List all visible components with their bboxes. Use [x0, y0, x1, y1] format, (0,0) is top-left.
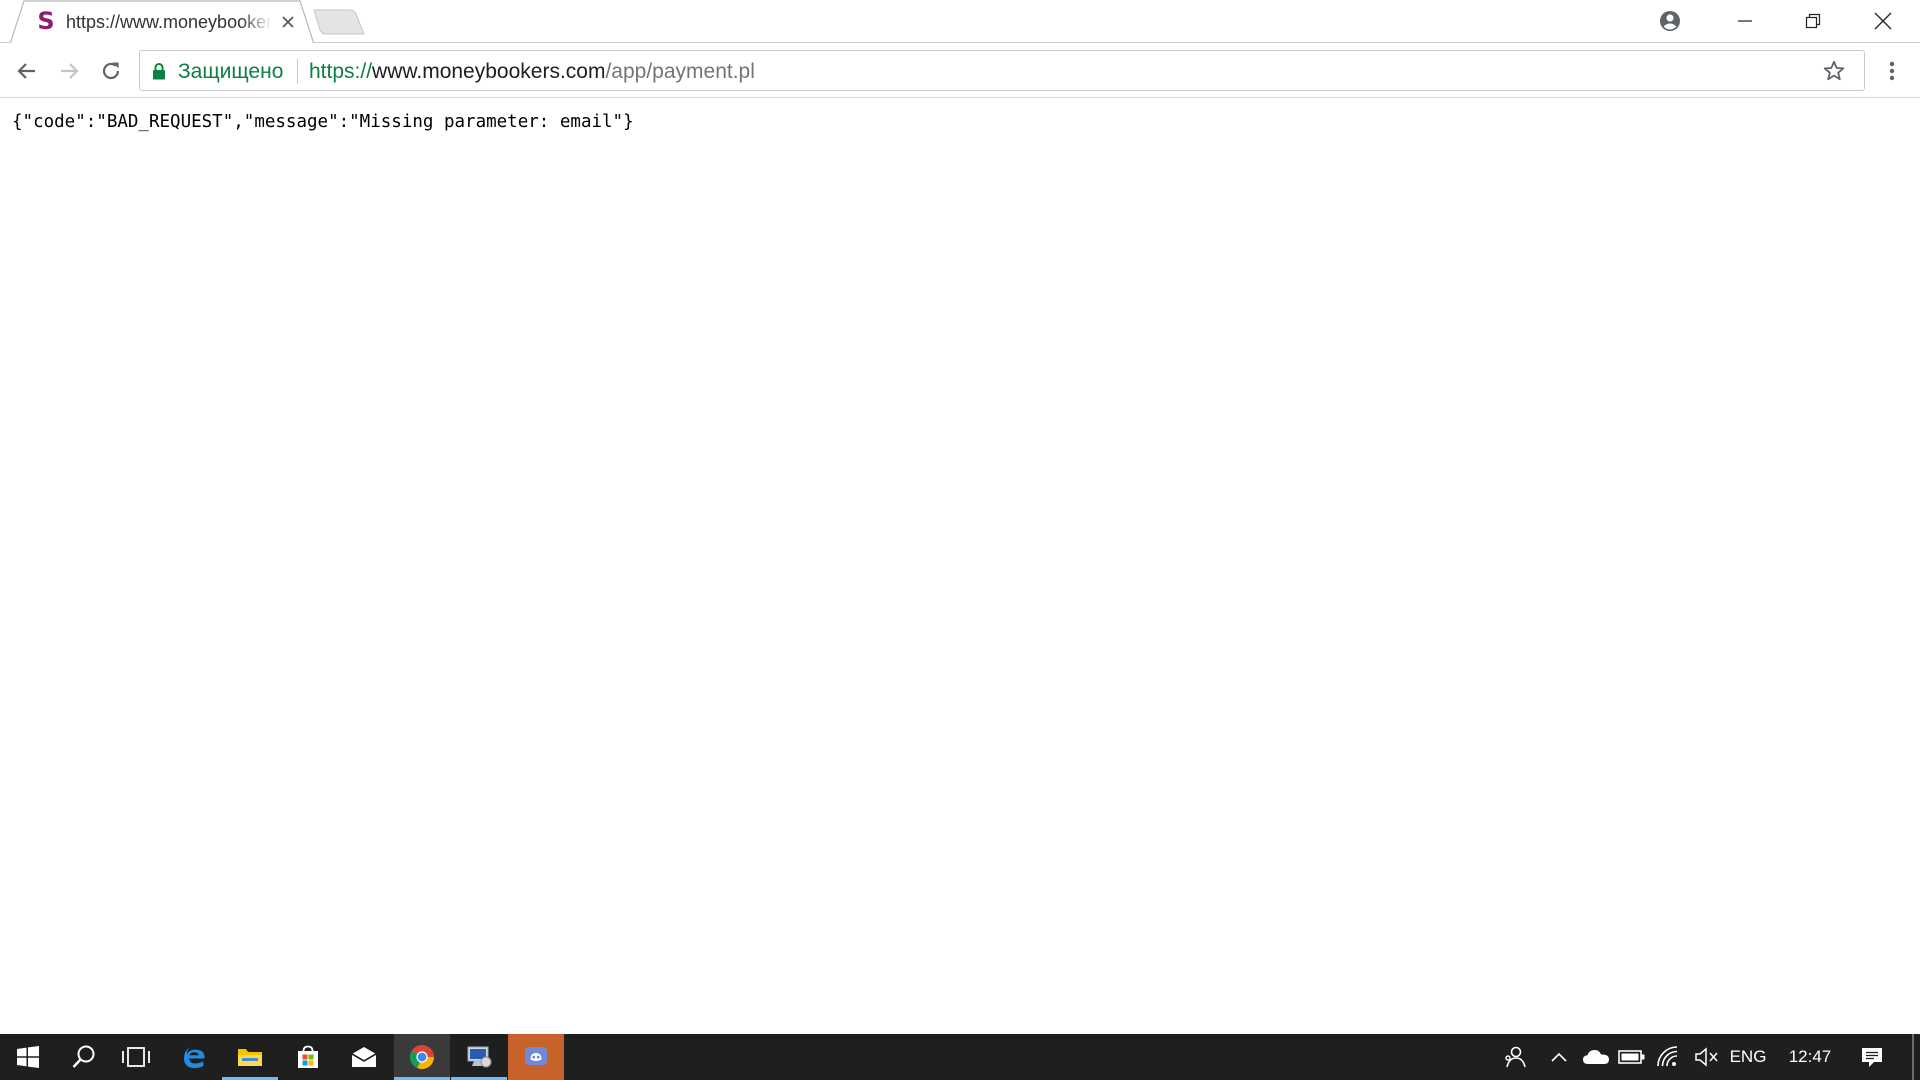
browser-toolbar: Защищено https://www.moneybookers.com/ap…: [0, 43, 1920, 98]
start-button[interactable]: [0, 1034, 56, 1080]
edge-icon: [184, 1047, 205, 1068]
taskbar-remote-app[interactable]: [451, 1034, 507, 1080]
address-bar[interactable]: Защищено https://www.moneybookers.com/ap…: [139, 50, 1865, 91]
taskbar-discord[interactable]: [508, 1034, 564, 1080]
windows-logo-icon: [17, 1046, 39, 1068]
remote-app-icon: [467, 1046, 492, 1068]
kebab-menu-icon: [1889, 61, 1895, 81]
browser-tab[interactable]: S https://www.moneybookers.com/app/payme…: [10, 0, 315, 44]
chrome-icon: [409, 1045, 434, 1070]
forward-button[interactable]: [50, 52, 88, 90]
file-explorer-icon: [238, 1049, 262, 1066]
task-view-icon: [122, 1047, 150, 1067]
arrow-right-icon: [61, 63, 79, 79]
taskbar-chrome[interactable]: [394, 1034, 450, 1080]
people-button[interactable]: [1496, 1034, 1534, 1080]
security-indicator[interactable]: Защищено: [178, 60, 283, 84]
taskbar-store[interactable]: [280, 1034, 336, 1080]
mail-icon: [351, 1047, 377, 1067]
minimize-button[interactable]: [1710, 0, 1780, 42]
arrow-left-icon: [17, 63, 35, 79]
star-icon: [1823, 60, 1845, 81]
taskbar-edge[interactable]: [166, 1034, 222, 1080]
tab-close-icon[interactable]: [278, 12, 298, 32]
wifi-icon: [1657, 1046, 1678, 1067]
notification-icon: [1862, 1048, 1882, 1067]
store-icon: [298, 1045, 318, 1068]
discord-icon: [525, 1047, 547, 1065]
language-indicator: ENG: [1729, 1047, 1767, 1066]
search-button[interactable]: [56, 1034, 112, 1080]
new-tab-button[interactable]: [312, 8, 366, 36]
taskbar-mail[interactable]: [336, 1034, 392, 1080]
url-path: /app/payment.pl: [605, 60, 755, 83]
speaker-muted-icon: [1695, 1047, 1718, 1067]
page-content: {"code":"BAD_REQUEST","message":"Missing…: [0, 99, 1920, 1034]
network-button[interactable]: [1652, 1034, 1686, 1080]
browser-menu-button[interactable]: [1873, 52, 1911, 90]
bookmark-button[interactable]: [1818, 56, 1850, 86]
show-desktop-button[interactable]: [1912, 1034, 1914, 1080]
close-window-button[interactable]: [1848, 0, 1918, 42]
reload-icon: [102, 62, 120, 80]
onedrive-button[interactable]: [1580, 1034, 1612, 1080]
browser-title-bar: S https://www.moneybookers.com/app/payme…: [0, 0, 1920, 44]
url-text[interactable]: https://www.moneybookers.com/app/payment…: [309, 60, 755, 84]
action-center-button[interactable]: [1852, 1034, 1892, 1080]
reload-button[interactable]: [92, 52, 130, 90]
windows-taskbar: ENG 12:47: [0, 1034, 1920, 1080]
json-response-text: {"code":"BAD_REQUEST","message":"Missing…: [12, 112, 634, 132]
back-button[interactable]: [8, 52, 46, 90]
url-host: www.moneybookers.com: [372, 60, 606, 83]
clock-button[interactable]: 12:47: [1776, 1034, 1844, 1080]
battery-icon: [1618, 1050, 1645, 1064]
people-icon: [1505, 1046, 1526, 1068]
volume-button[interactable]: [1690, 1034, 1724, 1080]
show-hidden-icons-button[interactable]: [1544, 1034, 1574, 1080]
input-language-button[interactable]: ENG: [1724, 1034, 1772, 1080]
taskbar-file-explorer[interactable]: [222, 1034, 278, 1080]
moneybookers-favicon-icon: S: [37, 7, 55, 35]
tab-title: https://www.moneybookers.com/app/payment…: [66, 12, 272, 32]
task-view-button[interactable]: [108, 1034, 164, 1080]
clock-time: 12:47: [1788, 1047, 1832, 1066]
cloud-icon: [1583, 1050, 1609, 1064]
lock-icon: [153, 63, 165, 80]
url-scheme: https://: [309, 60, 373, 83]
omnibox-separator: [297, 59, 298, 84]
battery-button[interactable]: [1616, 1034, 1648, 1080]
chevron-up-icon: [1551, 1052, 1567, 1062]
search-icon: [72, 1045, 95, 1068]
profile-icon[interactable]: [1636, 0, 1704, 42]
restore-button[interactable]: [1778, 0, 1848, 42]
